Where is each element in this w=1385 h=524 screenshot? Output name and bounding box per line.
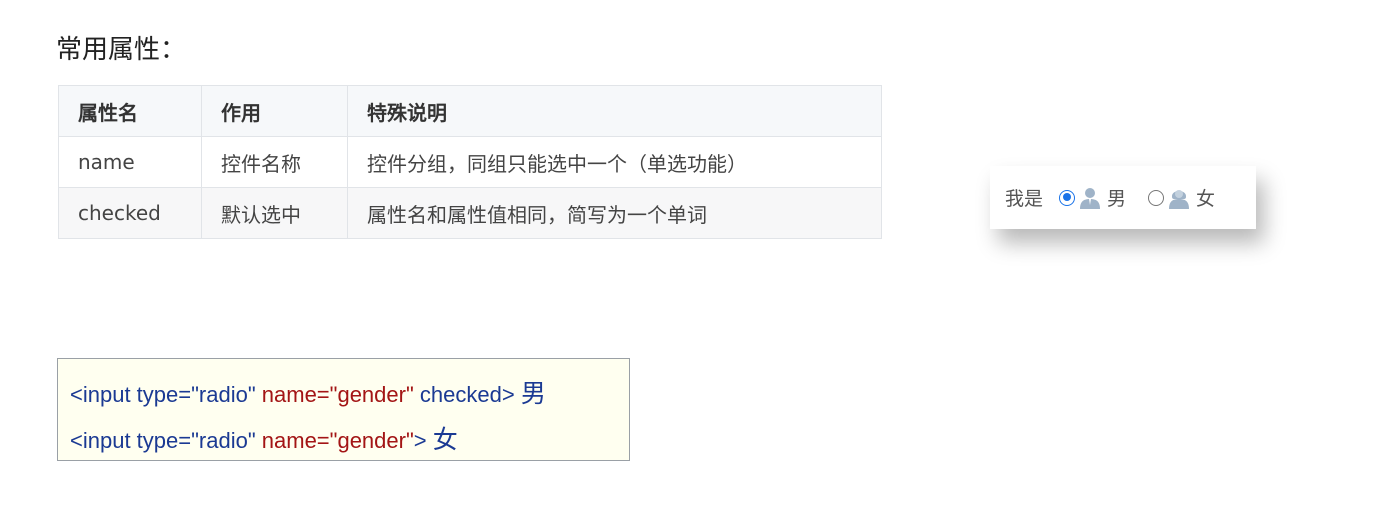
radio-button-female[interactable] [1148, 189, 1165, 206]
radio-option-male[interactable]: 男 [1059, 184, 1126, 211]
radio-label-male: 男 [1107, 188, 1127, 210]
code-token-tail: checked> [419, 382, 515, 407]
column-header-purpose: 作用 [201, 85, 348, 137]
code-line: <input type="radio" name="gender" checke… [70, 371, 629, 417]
table-cell: 控件名称 [201, 136, 348, 188]
table-header-row: 属性名 作用 特殊说明 [58, 85, 882, 137]
radio-prompt-label: 我是 [1005, 188, 1044, 210]
code-token-attr: name="gender" [261, 382, 414, 407]
table-row: checked 默认选中 属性名和属性值相同，简写为一个单词 [58, 187, 882, 239]
male-person-icon [1079, 186, 1101, 210]
table-cell: 属性名和属性值相同，简写为一个单词 [347, 187, 882, 239]
code-example: <input type="radio" name="gender" checke… [57, 358, 630, 461]
radio-demo-panel: 我是 男 女 [990, 166, 1256, 229]
radio-button-male[interactable] [1059, 189, 1076, 206]
column-header-attr-name: 属性名 [58, 85, 202, 137]
code-token-label: 男 [520, 380, 546, 408]
table-cell: 控件分组，同组只能选中一个（单选功能） [347, 136, 882, 188]
code-token-attr: name="gender" [261, 428, 414, 453]
table-cell: 默认选中 [201, 187, 348, 239]
code-token-tail: > [413, 428, 427, 453]
code-line: <input type="radio" name="gender"> 女 [70, 417, 629, 463]
attribute-table: 属性名 作用 特殊说明 name 控件名称 控件分组，同组只能选中一个（单选功能… [58, 85, 882, 239]
female-person-icon [1168, 186, 1190, 210]
column-header-notes: 特殊说明 [347, 85, 882, 137]
code-token-label: 女 [432, 426, 458, 454]
table-cell: checked [58, 187, 202, 239]
code-token-tag: <input type="radio" [70, 428, 256, 453]
radio-label-female: 女 [1196, 188, 1216, 210]
code-token-tag: <input type="radio" [70, 382, 256, 407]
table-cell: name [58, 136, 202, 188]
section-heading: 常用属性： [56, 35, 187, 65]
table-row: name 控件名称 控件分组，同组只能选中一个（单选功能） [58, 136, 882, 188]
radio-option-female[interactable]: 女 [1148, 184, 1215, 211]
